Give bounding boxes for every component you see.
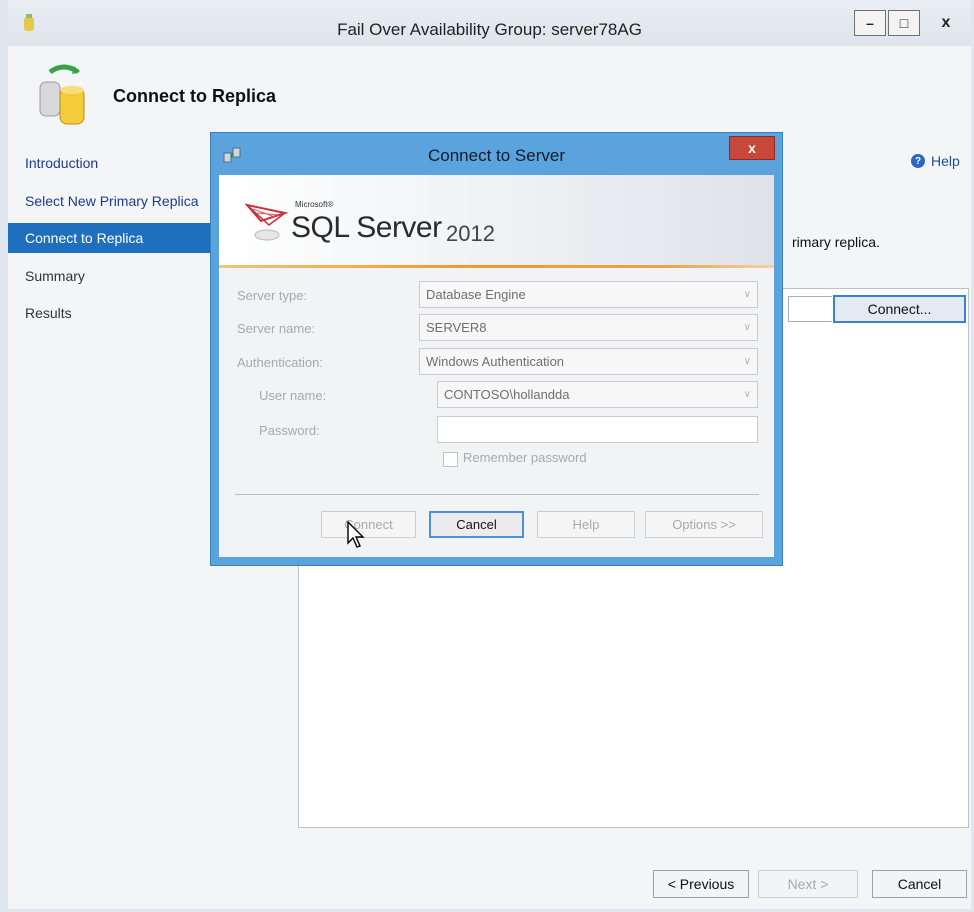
sql-server-banner: Microsoft® SQL Server 2012 (219, 175, 774, 267)
previous-button[interactable]: < Previous (653, 870, 749, 898)
server-name-value: SERVER8 (426, 320, 487, 335)
dialog-title: Connect to Server (427, 146, 565, 165)
user-name-combo[interactable]: CONTOSO\hollandda ∨ (437, 381, 758, 408)
nav-item-connect-to-replica[interactable]: Connect to Replica (8, 223, 218, 253)
authentication-select[interactable]: Windows Authentication ∨ (419, 348, 758, 375)
chevron-down-icon: ∨ (743, 289, 751, 300)
remember-password-label: Remember password (463, 450, 587, 465)
replica-server-cell (788, 296, 832, 322)
database-failover-icon (39, 64, 85, 125)
chevron-down-icon: ∨ (743, 322, 751, 333)
page-title: Connect to Replica (113, 86, 277, 106)
authentication-value: Windows Authentication (426, 354, 565, 369)
help-label: Help (931, 153, 960, 169)
password-label: Password: (259, 423, 320, 438)
server-name-label: Server name: (237, 321, 316, 336)
window-close-button[interactable]: x (924, 10, 968, 36)
server-type-value: Database Engine (426, 287, 526, 302)
dialog-connect-button[interactable]: Connect (321, 511, 416, 538)
cancel-button[interactable]: Cancel (872, 870, 967, 898)
nav-item-summary: Summary (25, 268, 85, 284)
nav-item-introduction[interactable]: Introduction (8, 148, 218, 178)
microsoft-label: Microsoft® (295, 200, 334, 209)
window-titlebar: Fail Over Availability Group: server78AG (8, 0, 971, 46)
minimize-button[interactable]: – (854, 10, 886, 36)
dialog-separator (235, 494, 759, 495)
remember-password-checkbox[interactable] (443, 452, 458, 467)
chevron-down-icon: ∨ (743, 356, 751, 367)
server-name-combo[interactable]: SERVER8 ∨ (419, 314, 758, 341)
help-icon: ? (911, 154, 925, 168)
banner-accent-line (219, 265, 774, 268)
nav-item-results: Results (25, 305, 72, 321)
dialog-help-button[interactable]: Help (537, 511, 635, 538)
server-type-label: Server type: (237, 288, 308, 303)
connect-button[interactable]: Connect... (833, 295, 966, 323)
server-type-select[interactable]: Database Engine ∨ (419, 281, 758, 308)
window-title: Fail Over Availability Group: server78AG (337, 20, 642, 39)
dialog-options-button[interactable]: Options >> (645, 511, 763, 538)
dialog-cancel-button[interactable]: Cancel (429, 511, 524, 538)
dialog-titlebar: Connect to Server x (211, 133, 782, 175)
user-name-label: User name: (259, 388, 327, 403)
next-button[interactable]: Next > (758, 870, 858, 898)
dialog-close-button[interactable]: x (729, 136, 775, 160)
instruction-text: rimary replica. (792, 234, 880, 250)
connect-to-server-dialog: Connect to Server x Microsoft® SQL Serve… (210, 132, 783, 566)
dialog-body: Microsoft® SQL Server 2012 Server type: … (219, 175, 774, 557)
authentication-label: Authentication: (237, 355, 324, 370)
user-name-value: CONTOSO\hollandda (444, 387, 570, 402)
help-link[interactable]: ? Help (911, 153, 960, 169)
sql-server-wordmark: SQL Server (291, 211, 442, 244)
mouse-pointer-icon (347, 521, 365, 548)
password-field[interactable] (437, 416, 758, 443)
maximize-button[interactable]: □ (888, 10, 920, 36)
nav-item-select-new-primary-replica[interactable]: Select New Primary Replica (8, 186, 218, 216)
chevron-down-icon: ∨ (743, 389, 751, 400)
sql-server-version: 2012 (446, 221, 495, 246)
